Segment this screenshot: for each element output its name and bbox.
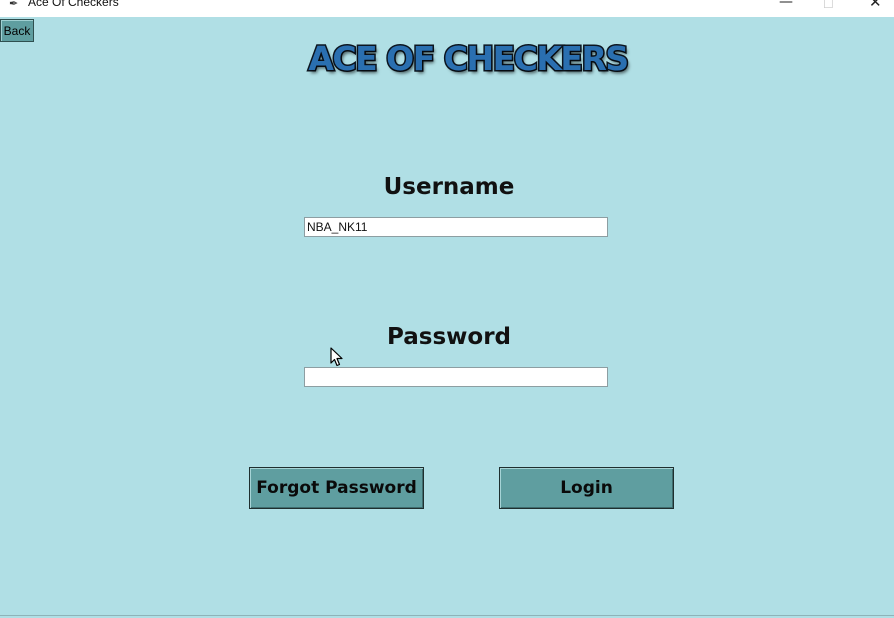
back-button[interactable]: Back	[0, 19, 34, 42]
username-label: Username	[383, 174, 515, 200]
minimize-button[interactable]: —	[779, 0, 793, 10]
close-button[interactable]: ✕	[869, 0, 882, 10]
username-input[interactable]	[304, 217, 608, 237]
feather-icon: ✒	[9, 0, 19, 10]
password-input[interactable]	[304, 367, 608, 387]
window-title: Ace Of Checkers	[28, 0, 119, 9]
password-label: Password	[387, 324, 511, 350]
app-logo: ACE OF CHECKERS	[307, 37, 631, 79]
window-bottom-edge	[0, 615, 894, 616]
mouse-cursor-icon	[330, 347, 343, 367]
window-titlebar: ✒ Ace Of Checkers — ☐ ✕	[0, 0, 894, 17]
maximize-button[interactable]: ☐	[823, 0, 834, 12]
login-button[interactable]: Login	[499, 467, 674, 509]
forgot-password-button[interactable]: Forgot Password	[249, 467, 424, 509]
